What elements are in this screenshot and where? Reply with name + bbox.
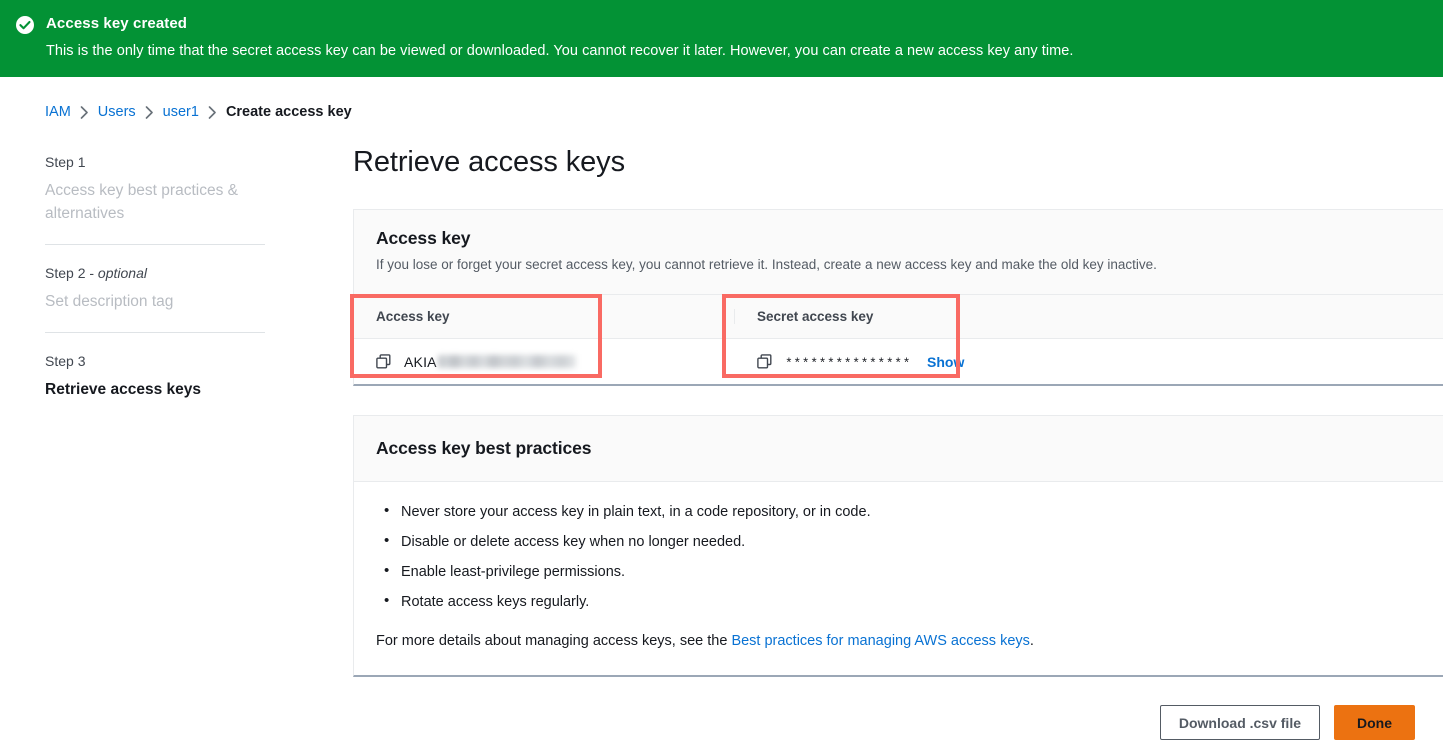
access-key-table-row: AKIA *************** Show xyxy=(354,339,1443,384)
download-csv-button[interactable]: Download .csv file xyxy=(1159,705,1320,740)
main-content: Retrieve access keys Access key If you l… xyxy=(265,144,1443,677)
breadcrumb: IAM Users user1 Create access key xyxy=(0,77,1443,120)
best-practices-card: Access key best practices Never store yo… xyxy=(353,415,1443,677)
footer-actions: Download .csv file Done xyxy=(0,705,1443,740)
breadcrumb-item-iam[interactable]: IAM xyxy=(45,104,71,120)
access-key-card-title: Access key xyxy=(376,228,471,248)
best-practices-list: Never store your access key in plain tex… xyxy=(376,501,1443,612)
wizard-step-1-title: Access key best practices & alternatives xyxy=(45,182,238,222)
secret-access-key-mask: *************** xyxy=(785,356,912,371)
done-button[interactable]: Done xyxy=(1334,705,1415,740)
list-item: Disable or delete access key when no lon… xyxy=(376,531,1443,552)
wizard-step-2-number: Step 2 - optional xyxy=(45,263,265,283)
breadcrumb-item-current: Create access key xyxy=(225,104,352,120)
copy-icon[interactable] xyxy=(757,354,772,369)
show-secret-link[interactable]: Show xyxy=(927,354,964,370)
best-practices-card-header: Access key best practices xyxy=(354,416,1443,482)
column-header-secret-access-key: Secret access key xyxy=(734,309,1114,324)
flash-description: This is the only time that the secret ac… xyxy=(46,43,1074,59)
wizard-step-2-title: Set description tag xyxy=(45,293,174,310)
copy-icon[interactable] xyxy=(376,354,391,369)
wizard-step-2-optional-tag: optional xyxy=(97,265,147,281)
wizard-step-3-title: Retrieve access keys xyxy=(45,381,201,398)
wizard-step-1: Step 1 Access key best practices & alter… xyxy=(45,144,265,225)
chevron-right-icon xyxy=(80,105,89,119)
best-practices-body: Never store your access key in plain tex… xyxy=(354,482,1443,675)
access-key-id-prefix: AKIA xyxy=(404,353,437,370)
wizard-step-1-number: Step 1 xyxy=(45,154,86,170)
column-header-access-key: Access key xyxy=(376,309,450,324)
list-item: Never store your access key in plain tex… xyxy=(376,501,1443,522)
wizard-steps-sidebar: Step 1 Access key best practices & alter… xyxy=(0,144,265,401)
chevron-right-icon xyxy=(208,105,217,119)
best-practices-card-title: Access key best practices xyxy=(376,438,592,458)
check-circle-icon xyxy=(16,16,34,34)
best-practices-doc-link[interactable]: Best practices for managing AWS access k… xyxy=(731,633,1029,649)
access-key-card-header: Access key If you lose or forget your se… xyxy=(354,210,1443,295)
access-key-card-description: If you lose or forget your secret access… xyxy=(376,257,1157,272)
access-key-table: Access key Secret access key AKIA ******… xyxy=(354,295,1443,384)
access-key-id-redacted xyxy=(437,355,576,368)
page-title: Retrieve access keys xyxy=(353,146,625,178)
cell-access-key-value: AKIA xyxy=(354,354,734,370)
best-practices-footer-suffix: . xyxy=(1029,633,1034,649)
cell-secret-access-key-value: *************** Show xyxy=(734,354,1114,371)
flash-title: Access key created xyxy=(46,15,188,32)
best-practices-footer-prefix: For more details about managing access k… xyxy=(376,633,732,649)
best-practices-footer: For more details about managing access k… xyxy=(376,631,1443,651)
chevron-right-icon xyxy=(145,105,154,119)
wizard-step-2: Step 2 - optional Set description tag xyxy=(45,244,265,313)
wizard-step-3-number: Step 3 xyxy=(45,353,86,369)
list-item: Rotate access keys regularly. xyxy=(376,591,1443,612)
list-item: Enable least-privilege permissions. xyxy=(376,561,1443,582)
breadcrumb-item-user1[interactable]: user1 xyxy=(163,104,199,120)
flash-banner-success: Access key created This is the only time… xyxy=(0,0,1443,77)
wizard-step-3: Step 3 Retrieve access keys xyxy=(45,332,265,401)
access-key-table-header-row: Access key Secret access key xyxy=(354,295,1443,339)
wizard-step-2-number-text: Step 2 - xyxy=(45,265,98,281)
breadcrumb-item-users[interactable]: Users xyxy=(98,104,136,120)
access-key-card: Access key If you lose or forget your se… xyxy=(350,209,1443,386)
